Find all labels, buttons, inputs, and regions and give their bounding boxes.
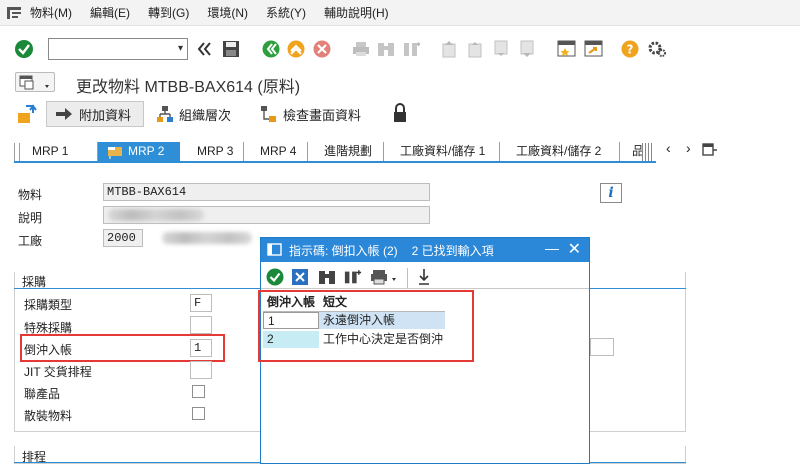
dialog-cancel-icon[interactable] [291,268,309,286]
dialog-enter-icon[interactable] [266,268,284,286]
bulk-material-checkbox[interactable] [192,407,205,420]
procurement-title: 採購 [22,275,47,289]
check-hierarchy-icon [261,106,276,122]
org-levels-button[interactable]: 組織層次 [156,101,231,127]
plant-label: 工廠 [18,234,43,248]
transaction-icon[interactable] [15,72,55,92]
tab-scroll-right-icon[interactable]: › [686,140,691,156]
menu-icon[interactable] [6,6,24,20]
back-icon[interactable] [262,40,280,58]
tab-mrp2-label: MRP 2 [128,144,165,158]
last-page-icon[interactable] [518,40,536,58]
page-title: 更改物料 MTBB-BAX614 (原料) [76,79,301,96]
menu-bar: 物料(M) 編輯(E) 轉到(G) 環境(N) 系統(Y) 輔助說明(H) [0,0,800,26]
tab-quality[interactable]: 品 [620,142,644,161]
shortcut-icon[interactable] [584,40,604,58]
material-label: 物料 [18,188,43,202]
hierarchy-icon [157,106,173,122]
backflush-highlight [20,334,225,362]
tab-underline [14,161,656,163]
check-screen-data-label: 檢查畫面資料 [283,107,362,123]
first-page-icon[interactable] [440,40,458,58]
special-procurement-field[interactable] [190,316,212,334]
tab-plant-storage-2[interactable]: 工廠資料/儲存 2 [500,142,620,161]
menu-edit[interactable]: 編輯(E) [90,4,130,21]
tab-mrp1[interactable]: MRP 1 [22,142,98,161]
dialog-print-icon[interactable] [370,268,398,286]
procurement-type-label: 採購類型 [24,298,73,312]
info-icon[interactable]: i [600,183,622,203]
menu-goto[interactable]: 轉到(G) [148,4,189,21]
dialog-icon [267,243,282,256]
svg-text:?: ? [627,43,634,57]
close-icon[interactable]: ✕ [568,239,581,259]
find-icon[interactable] [377,40,395,58]
dialog-toolbar-separator [261,288,589,289]
tab-advanced-planning[interactable]: 進階規劃 [308,142,384,161]
check-screen-data-button[interactable]: 檢查畫面資料 [260,101,361,127]
save-icon[interactable] [222,40,240,58]
co-product-label: 聯產品 [24,387,61,401]
jit-label: JIT 交貨排程 [24,365,92,379]
dialog-find-next-icon[interactable] [344,268,362,286]
menu-system[interactable]: 系統(Y) [266,4,306,21]
tab-left-edge [14,143,20,161]
right-side-field[interactable] [590,338,614,356]
material-field[interactable]: MTBB-BAX614 [103,183,430,201]
description-redacted [108,209,204,221]
bulk-material-label: 散裝物料 [24,409,73,423]
plant-name-redacted [162,232,252,244]
org-data-icon[interactable] [16,104,38,124]
find-next-icon[interactable] [403,40,421,58]
tab-mrp3[interactable]: MRP 3 [180,142,244,161]
tab-overflow-edge [642,143,654,161]
prev-page-icon[interactable] [466,40,484,58]
command-field[interactable]: ▾ [48,38,188,60]
dialog-title: 指示碼: 倒扣入帳 (2) [289,243,398,258]
jit-field[interactable] [190,361,212,379]
exit-icon[interactable] [287,40,305,58]
minimize-icon[interactable]: — [545,240,559,256]
results-highlight [258,290,474,362]
procurement-type-field[interactable]: F [190,294,212,312]
scheduling-title: 排程 [22,450,47,464]
dialog-header: 指示碼: 倒扣入帳 (2) 2 已找到輸入項 — ✕ [261,238,589,262]
arrow-right-icon [56,108,72,120]
customize-icon[interactable] [647,40,667,58]
plant-field[interactable]: 2000 [103,229,143,247]
double-left-icon[interactable] [196,41,212,57]
dialog-position-icon[interactable] [415,268,433,286]
next-page-icon[interactable] [492,40,510,58]
tab-plant-storage-1[interactable]: 工廠資料/儲存 1 [384,142,500,161]
org-levels-label: 組織層次 [179,107,232,123]
dialog-hits: 2 已找到輸入項 [411,243,494,258]
tab-scroll-left-icon[interactable]: ‹ [666,140,671,156]
description-label: 說明 [18,211,43,225]
new-session-icon[interactable] [557,40,577,58]
cancel-icon[interactable] [313,40,331,58]
tab-mrp4[interactable]: MRP 4 [244,142,308,161]
menu-material[interactable]: 物料(M) [30,4,72,21]
menu-environment[interactable]: 環境(N) [207,4,248,21]
dialog-find-icon[interactable] [318,268,336,286]
help-icon[interactable]: ? [621,40,639,58]
additional-data-button[interactable]: 附加資料 [46,101,144,127]
chevron-down-icon[interactable]: ▾ [178,43,183,54]
lock-icon[interactable] [392,103,408,123]
menu-help[interactable]: 輔助說明(H) [324,4,389,21]
dialog-toolbar-divider [407,268,408,288]
tab-active-icon [108,147,122,159]
additional-data-label: 附加資料 [79,107,132,123]
enter-icon[interactable] [14,39,34,59]
tab-list-icon[interactable] [702,143,718,160]
print-icon[interactable] [352,40,370,58]
co-product-checkbox[interactable] [192,385,205,398]
